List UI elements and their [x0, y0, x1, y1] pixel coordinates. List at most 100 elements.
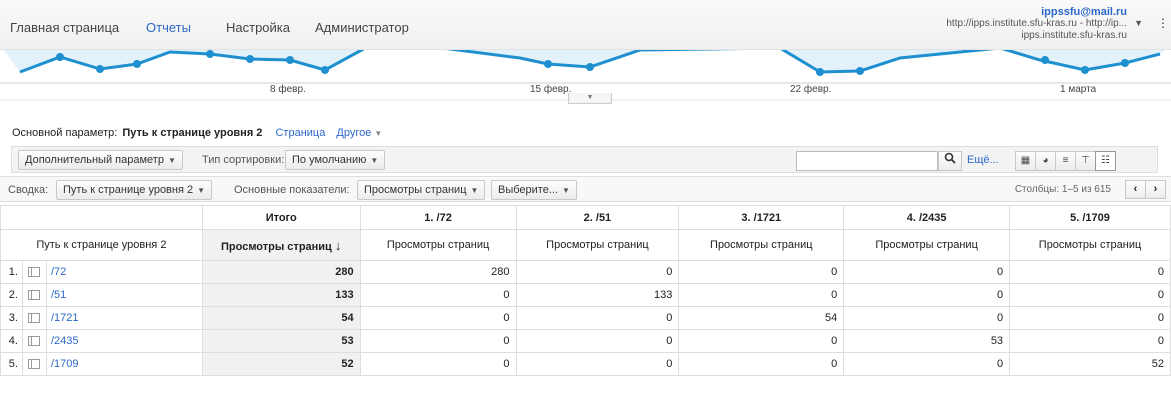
account-dropdown-icon[interactable]: ▼: [1134, 18, 1143, 28]
secondary-dimension-button[interactable]: Дополнительный параметр ▼: [18, 150, 183, 170]
document-icon: [28, 359, 41, 370]
page-icon[interactable]: [21, 352, 47, 376]
row-page-link[interactable]: /1709: [45, 352, 203, 376]
row-cell-value: 0: [678, 283, 845, 307]
sort-arrow-icon: ↓: [334, 237, 342, 253]
table-row: 5./1709 52 0 0 0 0 52: [0, 352, 1171, 376]
row-cell-value: 0: [1009, 306, 1171, 330]
header-col-2[interactable]: 2. /51: [515, 205, 680, 230]
search-button[interactable]: [938, 151, 962, 171]
nav-home[interactable]: Главная страница: [10, 20, 119, 35]
account-selector[interactable]: ippssfu@mail.ru http://ipps.institute.sf…: [946, 6, 1127, 42]
row-cell-value: 0: [843, 352, 1011, 376]
row-index: 4.: [0, 329, 23, 353]
performance-view-icon[interactable]: ≡: [1055, 151, 1076, 171]
header-total: Итого: [201, 205, 361, 230]
chart-point[interactable]: [56, 53, 64, 61]
chart-point[interactable]: [1081, 66, 1089, 74]
column-pager: ‹ ›: [1125, 180, 1166, 199]
x-label-feb8: 8 февр.: [270, 84, 306, 95]
chart-point[interactable]: [286, 56, 294, 64]
document-icon: [28, 313, 41, 324]
second-metric-select[interactable]: Выберите... ▼: [491, 180, 577, 200]
sort-type-label: Тип сортировки:: [202, 154, 285, 166]
x-label-mar1: 1 марта: [1060, 84, 1097, 95]
row-index: 5.: [0, 352, 23, 376]
chart-point[interactable]: [321, 66, 329, 74]
document-icon: [28, 267, 41, 278]
row-cell-value: 54: [678, 306, 845, 330]
view-switcher: ▦ ◕ ≡ ⊤ ☷: [1015, 151, 1116, 171]
pivot-dimension-value: Путь к странице уровня 2: [63, 184, 194, 196]
page-icon[interactable]: [21, 329, 47, 353]
header-col-1[interactable]: 1. /72: [359, 205, 517, 230]
metric-select[interactable]: Просмотры страниц ▼: [357, 180, 486, 200]
row-page-link[interactable]: /1721: [45, 306, 203, 330]
dimension-link-other[interactable]: Другое: [336, 127, 371, 139]
account-email: ippssfu@mail.ru: [1041, 6, 1127, 18]
chart-point[interactable]: [856, 67, 864, 75]
comparison-view-icon[interactable]: ⊤: [1075, 151, 1096, 171]
chart-point[interactable]: [133, 60, 141, 68]
row-total-value: 280: [201, 260, 361, 284]
prev-columns-icon[interactable]: ‹: [1125, 180, 1146, 199]
metric-header-total[interactable]: Просмотры страниц ↓: [201, 229, 361, 261]
row-page-link[interactable]: /72: [45, 260, 203, 284]
metric-header-3[interactable]: Просмотры страниц: [678, 229, 845, 261]
chart-point[interactable]: [206, 50, 214, 58]
header-col-5[interactable]: 5. /1709: [1009, 205, 1171, 230]
search-input[interactable]: [796, 151, 938, 171]
x-label-feb15: 15 февр.: [530, 84, 572, 95]
chart-point[interactable]: [246, 55, 254, 63]
chart-point[interactable]: [586, 63, 594, 71]
more-icon[interactable]: ⋮: [1157, 16, 1169, 30]
next-columns-icon[interactable]: ›: [1145, 180, 1166, 199]
pivot-view-icon[interactable]: ☷: [1095, 151, 1116, 171]
document-icon: [28, 336, 41, 347]
metric-header-1[interactable]: Просмотры страниц: [359, 229, 517, 261]
page-icon[interactable]: [21, 260, 47, 284]
metric-header-4[interactable]: Просмотры страниц: [843, 229, 1011, 261]
table-row: 1./72 280 280 0 0 0 0: [0, 260, 1171, 284]
row-page-link[interactable]: /51: [45, 283, 203, 307]
row-cell-value: 0: [515, 352, 680, 376]
pie-view-icon[interactable]: ◕: [1035, 151, 1056, 171]
document-icon: [28, 290, 41, 301]
row-cell-value: 0: [843, 260, 1011, 284]
chart-point[interactable]: [96, 65, 104, 73]
chart-point[interactable]: [816, 68, 824, 76]
columns-info: Столбцы: 1–5 из 615: [1014, 184, 1111, 195]
x-label-feb22: 22 февр.: [790, 84, 832, 95]
chart-point[interactable]: [1041, 56, 1049, 64]
page-icon[interactable]: [21, 283, 47, 307]
nav-admin[interactable]: Администратор: [315, 20, 409, 35]
chart-point[interactable]: [1121, 59, 1129, 67]
metric-header-5[interactable]: Просмотры страниц: [1009, 229, 1171, 261]
row-cell-value: 0: [515, 260, 680, 284]
header-col-3[interactable]: 3. /1721: [678, 205, 845, 230]
table-view-icon[interactable]: ▦: [1015, 151, 1036, 171]
metric-header-2[interactable]: Просмотры страниц: [515, 229, 680, 261]
nav-settings[interactable]: Настройка: [226, 20, 290, 35]
row-cell-value: 0: [515, 329, 680, 353]
row-cell-value: 0: [1009, 260, 1171, 284]
table-subheader-row: Путь к странице уровня 2 Просмотры стран…: [0, 229, 1171, 261]
dimension-link-page[interactable]: Страница: [275, 127, 325, 139]
sort-type-select[interactable]: По умолчанию ▼: [285, 150, 386, 170]
row-page-link[interactable]: /2435: [45, 329, 203, 353]
search-icon: [944, 152, 956, 164]
row-cell-value: 0: [359, 352, 517, 376]
row-cell-value: 53: [843, 329, 1011, 353]
chart-collapse-toggle[interactable]: ▼: [568, 93, 612, 104]
advanced-search-link[interactable]: Ещё...: [967, 154, 999, 166]
nav-reports[interactable]: Отчеты: [146, 20, 191, 35]
dimension-column-header[interactable]: Путь к странице уровня 2: [0, 229, 203, 261]
summary-label: Сводка:: [8, 184, 49, 196]
page-icon[interactable]: [21, 306, 47, 330]
row-cell-value: 0: [515, 306, 680, 330]
pivot-dimension-select[interactable]: Путь к странице уровня 2 ▼: [56, 180, 213, 200]
other-caret-icon: ▼: [374, 129, 383, 138]
row-cell-value: 0: [678, 329, 845, 353]
header-col-4[interactable]: 4. /2435: [843, 205, 1011, 230]
chart-point[interactable]: [544, 60, 552, 68]
